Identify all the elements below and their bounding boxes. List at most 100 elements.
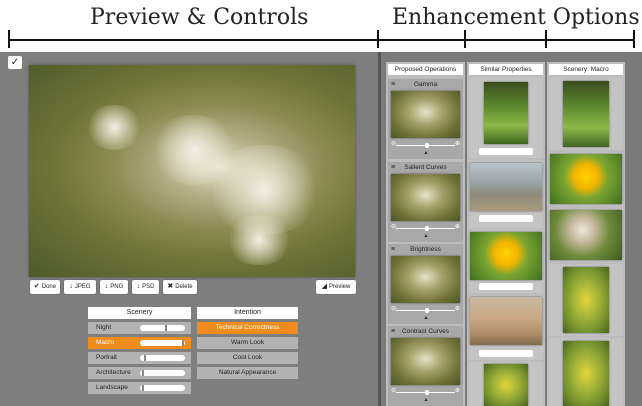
scenery-header: Scenery — [88, 307, 191, 319]
scenery-level-slider[interactable] — [140, 385, 185, 391]
dimension-tick — [633, 30, 635, 48]
scenery-image-thumbnail[interactable] — [563, 341, 609, 406]
scenery-image-card[interactable] — [549, 78, 623, 150]
operation-preview-thumbnail[interactable] — [391, 256, 460, 303]
export-png-button[interactable]: ↓ PNG — [100, 280, 128, 294]
similar-image-thumbnail[interactable] — [470, 163, 542, 211]
image-wisp — [84, 105, 144, 150]
similar-image-thumbnail[interactable] — [470, 232, 542, 280]
preview-controls-title: Preview & Controls — [90, 5, 309, 30]
scenery-row-night[interactable]: Night — [88, 322, 191, 334]
menu-icon[interactable]: ≡ — [391, 244, 395, 255]
expand-arrow-icon[interactable]: ▲ — [421, 233, 431, 239]
expand-arrow-icon[interactable]: ▲ — [421, 150, 431, 156]
check-icon: ✔ — [33, 283, 40, 290]
dimension-tick — [8, 30, 10, 48]
dimension-tick — [464, 30, 466, 48]
operation-strength-slider[interactable]: ⊖ ⊕ — [391, 224, 460, 231]
delete-button[interactable]: ✖ Delete — [163, 280, 197, 294]
similarity-bar — [479, 148, 533, 155]
proposed-operations-header: Proposed Operations — [388, 64, 463, 75]
panel-divider — [378, 52, 381, 406]
operation-label: Brightness — [410, 246, 441, 253]
similar-image-card[interactable] — [469, 295, 543, 360]
preview-panel: ✓ ✔ Done ↓ JPEG ↓ PNG ↓ PSD ✖ Delete ◢ Preview… — [0, 52, 378, 406]
operation-card-salient-curves[interactable]: ≡ Salient Curves ⊖ ⊕ ▲ — [388, 162, 463, 242]
app-window: ✓ ✔ Done ↓ JPEG ↓ PNG ↓ PSD ✖ Delete ◢ Preview… — [0, 52, 642, 406]
similar-image-card[interactable] — [469, 362, 543, 406]
scenery-image-card[interactable] — [549, 152, 623, 206]
scenery-row-architecture[interactable]: Architecture — [88, 367, 191, 379]
scenery-image-thumbnail[interactable] — [563, 81, 609, 147]
expand-arrow-icon[interactable]: ▲ — [421, 397, 431, 403]
scenery-level-slider[interactable] — [140, 340, 185, 346]
scenery-image-card[interactable] — [549, 338, 623, 406]
slider-knob[interactable] — [144, 355, 146, 361]
download-arrow-icon: ↓ — [136, 283, 141, 290]
intention-header: Intention — [197, 307, 298, 319]
preview-image — [29, 65, 355, 277]
scenery-image-card[interactable] — [549, 208, 623, 262]
operation-label: Salient Curves — [404, 164, 447, 171]
scenery-label: Landscape — [96, 384, 128, 391]
scenery-row-macro[interactable]: Macro — [88, 337, 191, 349]
operation-card-gamma[interactable]: ≡ Gamma ⊖ ⊕ ▲ — [388, 79, 463, 159]
similar-properties-header: Similar Properties — [469, 64, 543, 75]
scenery-level-slider[interactable] — [140, 355, 185, 361]
expand-arrow-icon[interactable]: ▲ — [421, 315, 431, 321]
scenery-level-slider[interactable] — [140, 325, 185, 331]
scenery-label: Night — [96, 324, 112, 331]
similarity-bar — [479, 215, 533, 222]
export-jpeg-button[interactable]: ↓ JPEG — [64, 280, 96, 294]
slider-knob[interactable] — [425, 390, 429, 395]
operation-strength-slider[interactable]: ⊖ ⊕ — [391, 141, 460, 148]
scenery-label: Architecture — [96, 369, 131, 376]
figure-header: Preview & Controls Enhancement Options — [0, 0, 642, 52]
similar-image-card[interactable] — [469, 160, 543, 228]
download-arrow-icon: ↓ — [69, 283, 73, 290]
scenery-label: Macro — [96, 339, 115, 346]
slider-knob[interactable] — [425, 308, 429, 313]
menu-icon[interactable]: ≡ — [391, 79, 395, 90]
slider-knob[interactable] — [425, 143, 429, 148]
intention-row-cool-look[interactable]: Cool Look — [197, 352, 298, 364]
dimension-tick — [545, 30, 547, 48]
scenery-image-card[interactable] — [549, 264, 623, 336]
intention-row-warm-look[interactable]: Warm Look — [197, 337, 298, 349]
similar-image-thumbnail[interactable] — [484, 82, 528, 144]
image-preview-icon: ◢ — [321, 283, 328, 290]
export-psd-button[interactable]: ↓ PSD — [132, 280, 159, 294]
operation-preview-thumbnail[interactable] — [391, 174, 460, 221]
scenery-image-thumbnail[interactable] — [550, 210, 622, 260]
similar-image-card[interactable] — [469, 230, 543, 293]
operation-preview-thumbnail[interactable] — [391, 91, 460, 138]
menu-icon[interactable]: ≡ — [391, 162, 395, 173]
scenery-level-slider[interactable] — [140, 370, 185, 376]
operation-card-brightness[interactable]: ≡ Brightness ⊖ ⊕ ▲ — [388, 244, 463, 324]
slider-knob[interactable] — [425, 226, 429, 231]
intention-row-technical-correctness[interactable]: Technical Correctness — [197, 322, 298, 334]
preview-button[interactable]: ◢ Preview — [316, 280, 356, 294]
operation-preview-thumbnail[interactable] — [391, 338, 460, 385]
operation-card-contrast-curves[interactable]: ≡ Contrast Curves ⊖ ⊕ ▲ — [388, 326, 463, 406]
image-wisp — [224, 215, 294, 265]
similar-image-thumbnail[interactable] — [484, 364, 528, 406]
similarity-bar — [479, 350, 533, 357]
done-button[interactable]: ✔ Done — [30, 280, 60, 294]
scenery-image-thumbnail[interactable] — [550, 154, 622, 204]
operation-strength-slider[interactable]: ⊖ ⊕ — [391, 388, 460, 395]
feather-icon[interactable]: ✓ — [8, 56, 22, 69]
similar-image-thumbnail[interactable] — [470, 297, 542, 345]
operation-strength-slider[interactable]: ⊖ ⊕ — [391, 306, 460, 313]
similar-image-card[interactable] — [469, 78, 543, 158]
intention-row-natural-appearance[interactable]: Natural Appearance — [197, 367, 298, 379]
menu-icon[interactable]: ≡ — [391, 326, 395, 337]
slider-knob[interactable] — [182, 340, 184, 346]
scenery-image-thumbnail[interactable] — [563, 267, 609, 333]
scenery-row-landscape[interactable]: Landscape — [88, 382, 191, 394]
slider-knob[interactable] — [142, 370, 144, 376]
similarity-bar — [479, 283, 533, 290]
slider-knob[interactable] — [142, 385, 144, 391]
scenery-row-portrait[interactable]: Portrait — [88, 352, 191, 364]
slider-knob[interactable] — [165, 325, 167, 331]
